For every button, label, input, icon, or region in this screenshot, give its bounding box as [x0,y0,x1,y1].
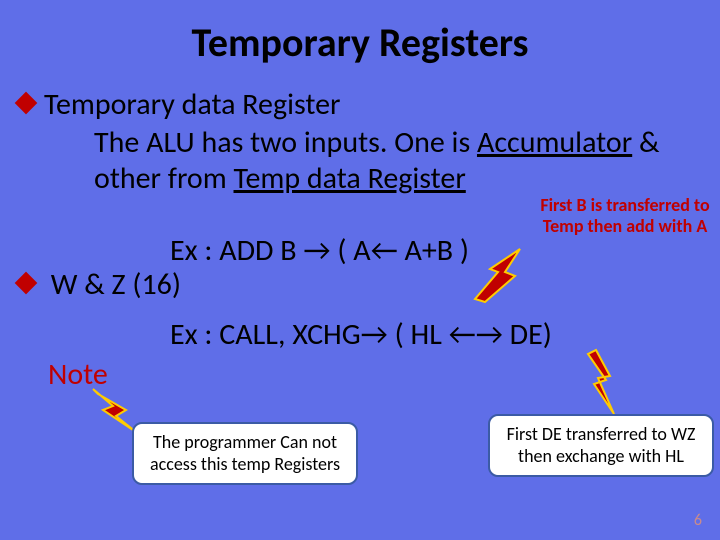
text-fragment: The ALU has two inputs. One is [94,124,477,161]
bullet-2-text: W & Z (16) [51,266,181,303]
diamond-icon [15,92,38,115]
diamond-icon [15,272,38,295]
note-box-programmer: The programmer Can not access this temp … [132,422,358,485]
slide: Temporary Registers Temporary data Regis… [0,0,720,540]
bullet-1-example: Ex : ADD B → ( A← A+B ) [170,232,469,269]
callout-temp-b: First B is transferred to Temp then add … [540,195,710,236]
text-underline: Accumulator [477,124,632,161]
slide-title: Temporary Registers [0,18,720,67]
bullet-1-text: Temporary data Register [44,86,341,123]
bullet-1-line-1: The ALU has two inputs. One is Accumulat… [94,124,659,161]
bullet-2-example: Ex : CALL, XCHG→ ( HL ←→ DE) [170,316,552,353]
bullet-1-line-2: other from Temp data Register [94,160,466,197]
lightning-icon [470,244,540,304]
bullet-2: W & Z (16) [18,268,181,301]
text-fragment: & [632,124,659,161]
page-number: 6 [694,511,702,530]
lightning-icon [576,348,626,418]
note-box-de-wz: First DE transferred to WZ then exchange… [488,414,714,477]
text-fragment: other from [94,160,234,197]
text-underline: Temp data Register [234,160,466,197]
bullet-1: Temporary data Register [18,88,341,121]
